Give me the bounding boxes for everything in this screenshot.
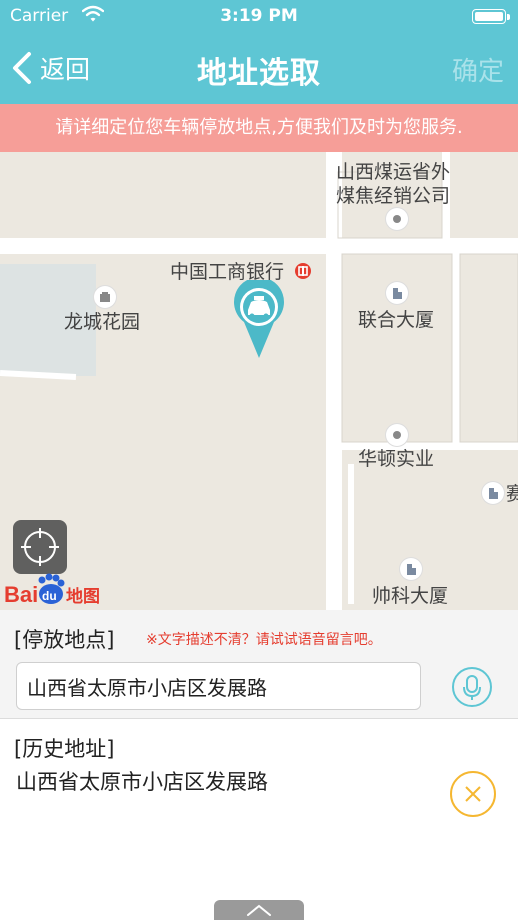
expand-handle-button[interactable] bbox=[214, 900, 304, 920]
locate-me-button[interactable] bbox=[13, 520, 67, 574]
parking-address-form: [停放地点] ※文字描述不清？请试试语音留言吧。 bbox=[0, 610, 518, 719]
voice-record-button[interactable] bbox=[452, 667, 492, 707]
office-icon bbox=[400, 558, 422, 580]
chevron-up-icon bbox=[247, 904, 271, 916]
clock: 3:19 PM bbox=[220, 6, 298, 26]
map-label-lianhe: 联合大厦 bbox=[358, 309, 435, 331]
bank-icon bbox=[295, 263, 311, 279]
confirm-button[interactable]: 确定 bbox=[452, 51, 504, 88]
status-bar: Carrier 3:19 PM bbox=[0, 0, 518, 34]
office-icon bbox=[386, 282, 408, 304]
baidu-map-logo: Bai du 地图 bbox=[4, 573, 100, 607]
location-pin-icon[interactable] bbox=[232, 280, 286, 360]
map-label-coal-line2: 煤焦经销公司 bbox=[336, 185, 451, 207]
header-bar: Carrier 3:19 PM 返回 地址选取 确定 bbox=[0, 0, 518, 104]
notice-banner: 请详细定位您车辆停放地点,方便我们及时为您服务. bbox=[0, 104, 518, 152]
navigation-bar: 返回 地址选取 确定 bbox=[0, 34, 518, 104]
svg-text:Bai: Bai bbox=[4, 582, 38, 607]
page-title: 地址选取 bbox=[197, 56, 321, 91]
battery-icon bbox=[472, 9, 510, 24]
building-icon bbox=[94, 286, 116, 308]
map-label-coal-line1: 山西煤运省外 bbox=[336, 161, 451, 183]
parking-location-label: [停放地点] bbox=[14, 628, 115, 652]
map-label-huadun: 华顿实业 bbox=[358, 448, 435, 470]
map-view[interactable]: 山西煤运省外 煤焦经销公司 中国工商银行 龙城花园 联合大厦 华顿实业 赛 帅科… bbox=[0, 152, 518, 610]
map-label-shuaike: 帅科大厦 bbox=[372, 585, 449, 607]
poi-dot-icon bbox=[386, 424, 408, 446]
microphone-icon bbox=[463, 675, 481, 700]
history-section: [历史地址] 山西省太原市小店区发展路 bbox=[0, 719, 518, 920]
clear-history-button[interactable] bbox=[450, 771, 496, 817]
voice-hint-text: ※文字描述不清？请试试语音留言吧。 bbox=[146, 632, 382, 648]
history-address-item[interactable]: 山西省太原市小店区发展路 bbox=[16, 766, 268, 796]
crosshair-icon bbox=[21, 528, 59, 566]
svg-text:du: du bbox=[42, 589, 57, 603]
svg-text:地图: 地图 bbox=[66, 586, 100, 607]
map-background bbox=[0, 152, 518, 610]
address-input[interactable] bbox=[16, 662, 421, 710]
office-icon bbox=[482, 482, 504, 504]
map-label-sai: 赛 bbox=[506, 483, 518, 505]
close-icon bbox=[465, 786, 481, 802]
history-label: [历史地址] bbox=[14, 737, 115, 761]
map-label-longcheng: 龙城花园 bbox=[64, 311, 141, 333]
poi-dot-icon bbox=[386, 208, 408, 230]
